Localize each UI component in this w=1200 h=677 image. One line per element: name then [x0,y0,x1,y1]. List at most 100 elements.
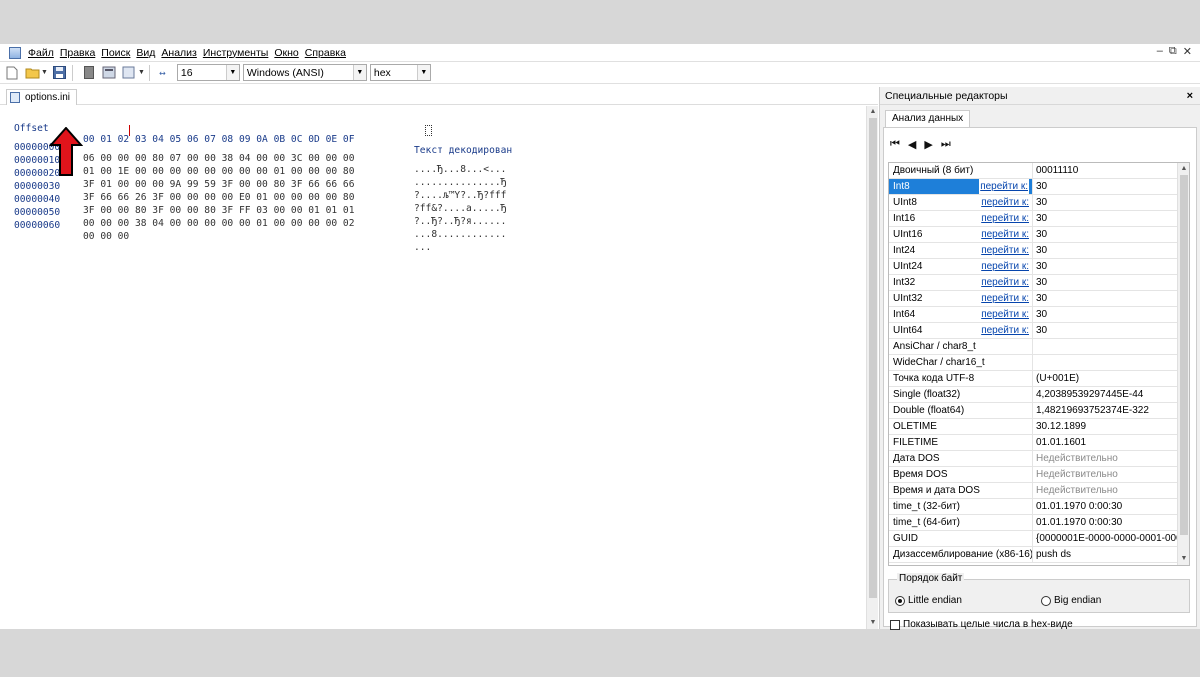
scroll-down-icon[interactable]: ▼ [1178,553,1189,565]
inspector-row[interactable]: OLETIME 30.12.1899 [889,419,1178,435]
goto-link[interactable]: перейти к: [979,179,1029,194]
goto-link[interactable]: перейти к: [981,323,1029,338]
inspector-row[interactable]: FILETIME 01.01.1601 [889,435,1178,451]
inspector-row[interactable]: AnsiChar / char8_t [889,339,1178,355]
inspector-value[interactable]: 01.01.1970 0:00:30 [1033,515,1178,530]
inspector-value[interactable]: {0000001E-0000-0000-0001-0000 [1033,531,1178,546]
row-text[interactable]: ?ff&?....а.....Ђ [414,203,506,214]
display-mode-select[interactable]: hex ▼ [369,64,431,81]
hex-row[interactable]: 00000060 00 00 00 ... [0,209,431,253]
goto-link[interactable]: перейти к: [981,291,1029,306]
inspector-value[interactable]: 01.01.1970 0:00:30 [1033,499,1178,514]
hex-vertical-scrollbar[interactable]: ▲ ▼ [866,106,878,629]
inspector-value[interactable]: 00011110 [1033,163,1178,178]
inspector-value[interactable]: 30 [1033,195,1178,210]
goto-link[interactable]: перейти к: [981,259,1029,274]
open-dropdown-icon[interactable]: ▼ [41,69,48,76]
inspector-value[interactable]: (U+001E) [1033,371,1178,386]
hex-view[interactable]: Offset 00 01 02 03 04 05 06 07 08 09 0A … [0,106,866,622]
hex-row[interactable]: 00000040 3F 00 00 80 3F 00 00 80 3F FF 0… [0,183,506,227]
hex-row[interactable]: 00000000 06 00 00 00 80 07 00 00 38 04 0… [0,131,506,175]
menu-analysis[interactable]: Анализ [158,47,199,59]
encoding-select[interactable]: Windows (ANSI) ▼ [242,64,367,81]
inspector-row[interactable]: GUID {0000001E-0000-0000-0001-0000 [889,531,1178,547]
goto-link[interactable]: перейти к: [981,307,1029,322]
row-bytes[interactable]: 01 00 1E 00 00 00 00 00 00 00 00 01 00 0… [83,166,354,177]
chevron-down-icon[interactable]: ▼ [225,65,239,80]
radio-empty-icon[interactable] [1041,595,1051,606]
inspector-row[interactable]: WideChar / char16_t [889,355,1178,371]
inspector-row[interactable]: UInt32 перейти к: 30 [889,291,1178,307]
menu-file[interactable]: Файл [25,47,57,59]
big-endian-radio[interactable]: Big endian [1041,595,1101,606]
row-bytes[interactable]: 00 00 00 38 04 00 00 00 00 00 01 00 00 0… [83,218,354,229]
inspector-value[interactable] [1033,339,1178,354]
hex-row[interactable]: 00000030 3F 66 66 26 3F 00 00 00 00 E0 0… [0,170,506,214]
inspector-value[interactable]: 30 [1033,307,1178,322]
inspector-value[interactable]: 30 [1033,211,1178,226]
scroll-up-icon[interactable]: ▲ [867,106,879,118]
inspector-row[interactable]: Точка кода UTF-8 (U+001E) [889,371,1178,387]
inspector-value[interactable]: 4,20389539297445E-44 [1033,387,1178,402]
goto-link[interactable]: перейти к: [981,195,1029,210]
file-tab[interactable]: options.ini [6,89,78,105]
inspector-row[interactable]: UInt24 перейти к: 30 [889,259,1178,275]
radio-selected-icon[interactable] [895,595,905,606]
inspector-value[interactable]: 1,48219693752374E-322 [1033,403,1178,418]
inspector-row[interactable]: Double (float64) 1,48219693752374E-322 [889,403,1178,419]
row-bytes[interactable]: 3F 00 00 80 3F 00 00 80 3F FF 03 00 00 0… [83,205,354,216]
new-file-icon[interactable] [4,65,20,81]
inspector-row[interactable]: Single (float32) 4,20389539297445E-44 [889,387,1178,403]
scroll-down-icon[interactable]: ▼ [867,617,879,629]
print-dropdown-icon[interactable]: ▼ [138,69,145,76]
scrollbar-thumb[interactable] [1180,175,1188,535]
panel-close-icon[interactable]: × [1187,87,1193,105]
menu-edit[interactable]: Правка [57,47,98,59]
minimize-icon[interactable]: – [1157,45,1163,58]
first-icon[interactable]: ⏮ [890,138,900,151]
inspector-row[interactable]: Int24 перейти к: 30 [889,243,1178,259]
inspector-value[interactable]: 30 [1033,275,1178,290]
menu-view[interactable]: Вид [133,47,158,59]
inspector-row[interactable]: time_t (32-бит) 01.01.1970 0:00:30 [889,499,1178,515]
row-text[interactable]: ....Ђ...8...<... [414,164,506,175]
row-bytes[interactable]: 3F 66 66 26 3F 00 00 00 00 E0 01 00 00 0… [83,192,354,203]
chevron-down-icon[interactable]: ▼ [416,65,430,80]
close-file-icon[interactable] [81,65,97,81]
inspector-value[interactable]: 01.01.1601 [1033,435,1178,450]
little-endian-radio[interactable]: Little endian [895,595,962,606]
hex-row[interactable]: 00000010 01 00 1E 00 00 00 00 00 00 00 0… [0,144,506,188]
save-icon[interactable] [52,65,68,81]
chevron-down-icon[interactable]: ▼ [352,65,366,80]
goto-link[interactable]: перейти к: [981,211,1029,226]
checkbox-icon[interactable] [890,619,900,630]
grid-vertical-scrollbar[interactable]: ▲ ▼ [1177,163,1189,565]
inspector-value[interactable] [1033,355,1178,370]
inspector-value[interactable]: 30 [1033,323,1178,338]
row-bytes[interactable]: 00 00 00 [83,231,129,242]
open-folder-icon[interactable] [24,65,40,81]
row-bytes[interactable]: 06 00 00 00 80 07 00 00 38 04 00 00 3C 0… [83,153,354,164]
row-text[interactable]: ...............Ђ [414,177,506,188]
scrollbar-thumb[interactable] [869,118,877,598]
properties-icon[interactable] [101,65,117,81]
inspector-row[interactable]: Дата DOS Недействительно [889,451,1178,467]
row-text[interactable]: ... [414,242,431,253]
inspector-row[interactable]: UInt16 перейти к: 30 [889,227,1178,243]
inspector-value[interactable]: 30 [1033,259,1178,274]
inspector-value[interactable]: 30 [1033,243,1178,258]
bytes-per-row-select[interactable]: 16 ▼ [176,64,240,81]
hex-row[interactable]: 00000050 00 00 00 38 04 00 00 00 00 00 0… [0,196,506,240]
tab-data-analysis[interactable]: Анализ данных [885,110,971,127]
inspector-row[interactable]: Int8 перейти к: 30 [889,179,1178,195]
inspector-row[interactable]: UInt8 перейти к: 30 [889,195,1178,211]
menu-help[interactable]: Справка [302,47,349,59]
inspector-row[interactable]: Время и дата DOS Недействительно [889,483,1178,499]
last-icon[interactable]: ⏭ [941,138,951,151]
goto-link[interactable]: перейти к: [981,243,1029,258]
scroll-up-icon[interactable]: ▲ [1178,163,1189,175]
row-text[interactable]: ...8............ [414,229,506,240]
restore-icon[interactable]: ⧉ [1169,45,1177,58]
inspector-value[interactable]: Недействительно [1033,467,1178,482]
inspector-row[interactable]: time_t (64-бит) 01.01.1970 0:00:30 [889,515,1178,531]
